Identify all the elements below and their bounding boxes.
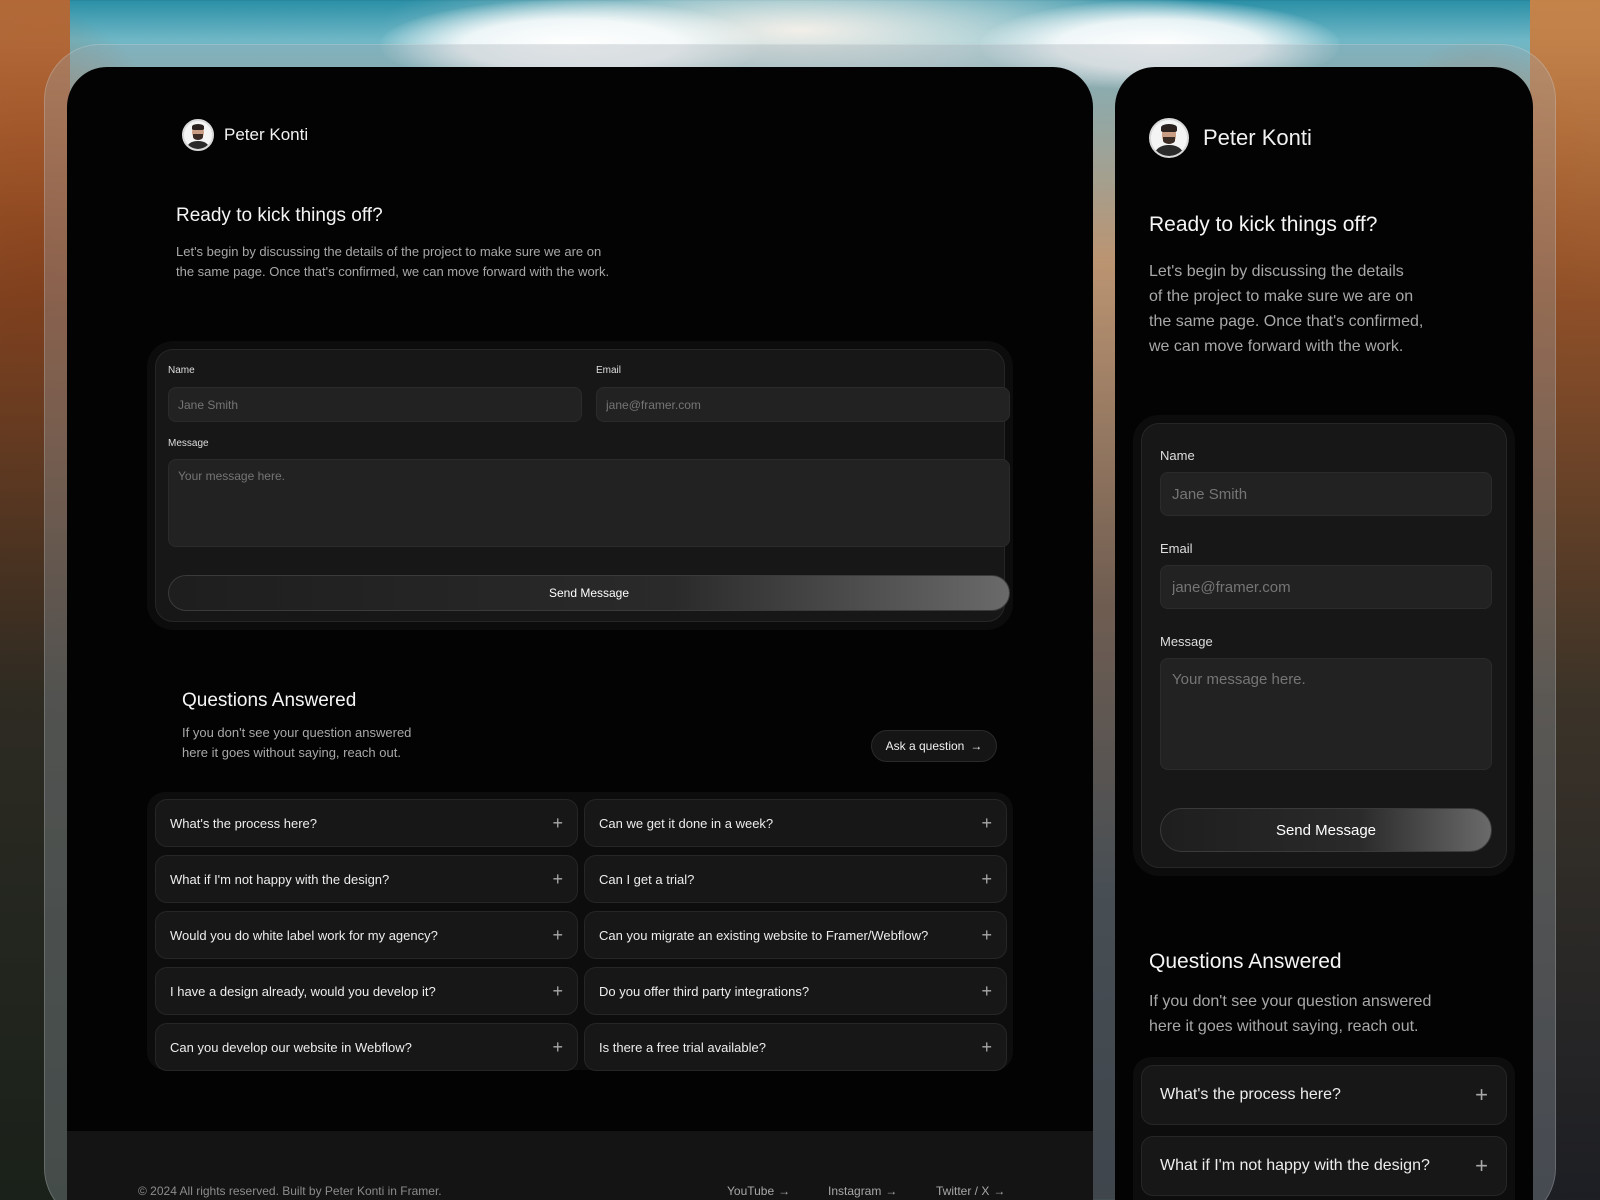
plus-icon: + <box>552 924 563 945</box>
faq-question: Can we get it done in a week? <box>599 815 774 831</box>
desktop-preview-panel: Peter Konti Ready to kick things off? Le… <box>67 67 1093 1200</box>
arrow-right-icon: → <box>778 1184 791 1198</box>
ask-question-label: Ask a question <box>885 739 965 753</box>
plus-icon: + <box>981 868 992 889</box>
send-message-button[interactable]: Send Message <box>168 575 1010 611</box>
faq-description-line: If you don't see your question answered <box>1149 993 1432 1010</box>
contact-description-line: the same page. Once that's confirmed, we… <box>176 264 610 279</box>
message-input[interactable] <box>1160 658 1492 770</box>
plus-icon: + <box>552 812 563 833</box>
mobile-preview-panel: Peter Konti Ready to kick things off? Le… <box>1115 67 1533 1200</box>
email-input[interactable] <box>596 387 1010 422</box>
faq-item[interactable]: Can I get a trial? + <box>584 855 1007 903</box>
contact-description: Let's begin by discussing the details of… <box>1149 259 1423 359</box>
contact-description-line: Let's begin by discussing the details of… <box>176 244 602 259</box>
email-input[interactable] <box>1160 565 1492 609</box>
brand-name: Peter Konti <box>224 125 309 144</box>
footer-link-label: Twitter / X <box>936 1184 990 1198</box>
faq-question: What's the process here? <box>170 815 317 831</box>
arrow-right-icon: → <box>993 1184 1006 1198</box>
faq-question: Do you offer third party integrations? <box>599 983 810 999</box>
faq-question: Can you develop our website in Webflow? <box>170 1039 412 1055</box>
message-label: Message <box>1160 634 1213 649</box>
faq-description: If you don't see your question answered … <box>1149 989 1431 1039</box>
faq-question: Is there a free trial available? <box>599 1039 766 1055</box>
faq-item[interactable]: Can you migrate an existing website to F… <box>584 911 1007 959</box>
faq-description-line: If you don't see your question answered <box>182 725 412 740</box>
brand-profile[interactable]: Peter Konti <box>182 119 308 151</box>
plus-icon: + <box>552 1036 563 1057</box>
faq-question: Would you do white label work for my age… <box>170 927 438 943</box>
arrow-right-icon: → <box>885 1184 898 1198</box>
faq-grid: What's the process here? + Can we get it… <box>147 792 1013 1071</box>
faq-item[interactable]: What's the process here? + <box>155 799 578 847</box>
footer-link-label: Instagram <box>828 1184 882 1198</box>
contact-heading: Ready to kick things off? <box>1149 213 1378 236</box>
email-label: Email <box>596 365 622 376</box>
plus-icon: + <box>1475 1082 1488 1107</box>
faq-item[interactable]: What if I'm not happy with the design? + <box>1141 1136 1507 1196</box>
plus-icon: + <box>552 980 563 1001</box>
faq-item[interactable]: Do you offer third party integrations? + <box>584 967 1007 1015</box>
name-input[interactable] <box>1160 472 1492 516</box>
ask-question-button[interactable]: Ask a question → <box>871 730 997 762</box>
contact-description-line: we can move forward with the work. <box>1149 338 1404 355</box>
faq-question: I have a design already, would you devel… <box>170 983 436 999</box>
contact-description-line: Let's begin by discussing the details <box>1149 263 1404 280</box>
send-message-button[interactable]: Send Message <box>1160 808 1492 852</box>
faq-description-line: here it goes without saying, reach out. <box>1149 1018 1419 1035</box>
faq-heading: Questions Answered <box>182 690 357 711</box>
footer-link-instagram[interactable]: Instagram → <box>828 1184 897 1198</box>
faq-item[interactable]: What if I'm not happy with the design? + <box>155 855 578 903</box>
name-input[interactable] <box>168 387 582 422</box>
arrow-right-icon: → <box>970 739 983 753</box>
brand-profile[interactable]: Peter Konti <box>1149 118 1312 158</box>
footer-link-label: YouTube <box>727 1184 775 1198</box>
faq-list: What's the process here? + What if I'm n… <box>1133 1057 1515 1200</box>
faq-description-line: here it goes without saying, reach out. <box>182 745 401 760</box>
message-label: Message <box>168 438 209 449</box>
faq-item[interactable]: Can you develop our website in Webflow? … <box>155 1023 578 1071</box>
plus-icon: + <box>981 980 992 1001</box>
name-label: Name <box>1160 448 1195 463</box>
faq-description: If you don't see your question answered … <box>182 723 411 763</box>
contact-description: Let's begin by discussing the details of… <box>176 242 609 282</box>
name-label: Name <box>168 365 195 376</box>
brand-name: Peter Konti <box>1203 125 1312 150</box>
faq-question: What if I'm not happy with the design? <box>170 871 390 887</box>
plus-icon: + <box>1475 1153 1488 1178</box>
faq-question: What's the process here? <box>1160 1086 1341 1103</box>
faq-item[interactable]: Can we get it done in a week? + <box>584 799 1007 847</box>
contact-heading: Ready to kick things off? <box>176 205 383 226</box>
avatar <box>1149 118 1189 158</box>
plus-icon: + <box>552 868 563 889</box>
avatar <box>182 119 214 151</box>
faq-question: What if I'm not happy with the design? <box>1160 1157 1430 1174</box>
contact-form: Name Email Message Send Message <box>1141 423 1507 868</box>
footer-link-twitter[interactable]: Twitter / X → <box>936 1184 1005 1198</box>
plus-icon: + <box>981 812 992 833</box>
faq-item[interactable]: I have a design already, would you devel… <box>155 967 578 1015</box>
plus-icon: + <box>981 924 992 945</box>
contact-description-line: of the project to make sure we are on <box>1149 288 1414 305</box>
email-label: Email <box>1160 541 1193 556</box>
footer-copyright: © 2024 All rights reserved. Built by Pet… <box>138 1184 442 1198</box>
faq-heading: Questions Answered <box>1149 950 1342 973</box>
faq-item[interactable]: Is there a free trial available? + <box>584 1023 1007 1071</box>
faq-question: Can I get a trial? <box>599 871 695 887</box>
faq-question: Can you migrate an existing website to F… <box>599 927 929 943</box>
faq-item[interactable]: Would you do white label work for my age… <box>155 911 578 959</box>
contact-description-line: the same page. Once that's confirmed, <box>1149 313 1424 330</box>
message-input[interactable] <box>168 459 1010 547</box>
plus-icon: + <box>981 1036 992 1057</box>
footer-link-youtube[interactable]: YouTube → <box>727 1184 790 1198</box>
contact-form: Name Email Message Send Message <box>155 349 1010 622</box>
faq-item[interactable]: What's the process here? + <box>1141 1065 1507 1125</box>
